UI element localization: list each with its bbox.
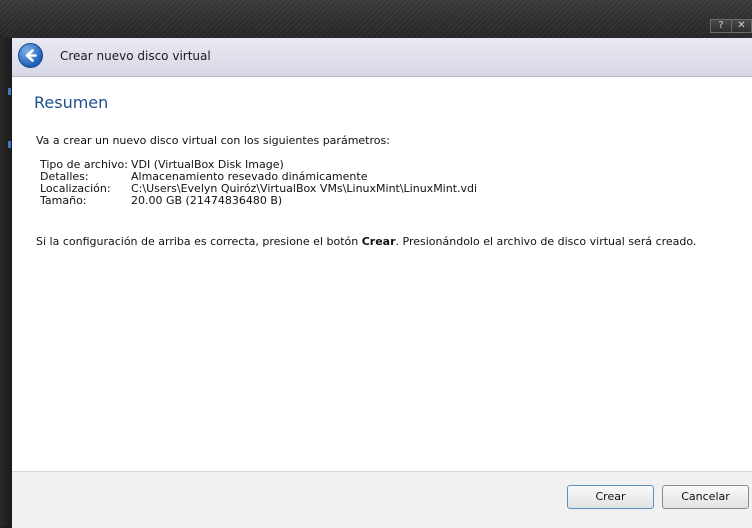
help-button[interactable]: ?: [710, 19, 732, 33]
window-titlebar: ? ✕: [0, 0, 752, 38]
summary-intro: Va a crear un nuevo disco virtual con lo…: [36, 134, 390, 147]
cancel-button[interactable]: Cancelar: [662, 485, 749, 509]
page-title: Resumen: [34, 93, 109, 112]
wizard-dialog: Crear nuevo disco virtual Resumen Va a c…: [12, 38, 752, 528]
note-text-end: . Presionándolo el archivo de disco virt…: [395, 235, 697, 248]
note-text: Si la configuración de arriba es correct…: [36, 235, 362, 248]
create-button[interactable]: Crear: [567, 485, 654, 509]
confirmation-note: Si la configuración de arriba es correct…: [36, 235, 696, 248]
wizard-header: Crear nuevo disco virtual: [12, 38, 752, 77]
parameter-list: Tipo de archivo: VDI (VirtualBox Disk Im…: [40, 159, 477, 207]
button-bar: Crear Cancelar: [12, 471, 752, 528]
frame-marker: [8, 88, 11, 95]
parameter-value: 20.00 GB (21474836480 B): [131, 194, 283, 207]
wizard-title: Crear nuevo disco virtual: [60, 49, 211, 63]
close-button[interactable]: ✕: [732, 19, 752, 33]
parameter-row: Tamaño: 20.00 GB (21474836480 B): [40, 195, 477, 207]
back-button[interactable]: [18, 43, 43, 68]
window-frame-left: [0, 38, 12, 527]
back-arrow-icon: [25, 49, 37, 62]
parameter-label: Tamaño:: [40, 194, 87, 207]
frame-marker: [8, 141, 11, 148]
note-create-emphasis: Crear: [361, 235, 396, 248]
caption-buttons: ? ✕: [710, 19, 752, 33]
